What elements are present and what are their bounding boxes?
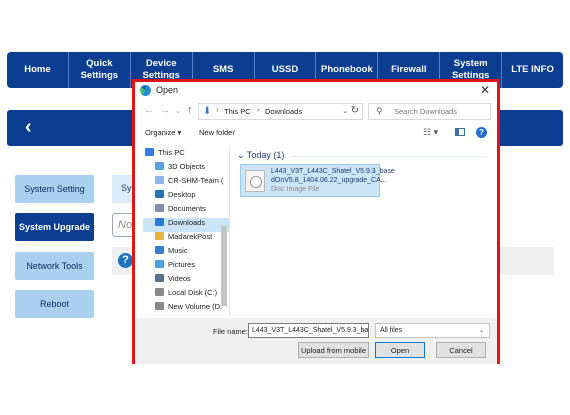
navigation-pane: This PC 3D Objects CR-SHM-Team ( Desktop… <box>143 146 230 316</box>
chevron-down-icon: ⌄ <box>478 328 484 334</box>
back-icon[interactable]: ← <box>144 105 154 116</box>
refresh-icon[interactable]: ↻ <box>351 105 359 116</box>
nav-pane-scrollbar[interactable] <box>221 226 227 306</box>
search-placeholder: Search Downloads <box>394 107 457 116</box>
computer-icon <box>145 148 154 156</box>
file-type-select[interactable]: All files ⌄ <box>375 323 490 338</box>
upload-from-mobile-button[interactable]: Upload from mobile <box>298 342 369 358</box>
disc-image-icon <box>245 170 265 192</box>
recent-dropdown-icon[interactable]: ⌄ <box>175 107 181 115</box>
tree-item-downloads[interactable]: Downloads <box>143 218 229 232</box>
sidebar-item-system-upgrade[interactable]: System Upgrade <box>15 213 94 241</box>
nav-lte-info[interactable]: LTE INFO <box>502 52 563 88</box>
address-dropdown-icon[interactable]: ⌄ <box>342 107 348 115</box>
close-icon[interactable]: ✕ <box>480 83 490 97</box>
tree-item-documents[interactable]: Documents <box>155 204 229 218</box>
open-file-dialog: Open ✕ ← → ⌄ ↑ ⬇ › This PC › Downloads ⌄… <box>132 79 500 364</box>
music-icon <box>155 246 164 254</box>
file-name: L443_V3T_L443C_Shatel_V5.9.3_base dOnV5.… <box>271 168 395 184</box>
help-icon[interactable]: ? <box>118 253 133 268</box>
drive-icon <box>155 288 164 296</box>
tree-item-pictures[interactable]: Pictures <box>155 260 229 274</box>
sidebar-item-network-tools[interactable]: Network Tools <box>15 252 94 280</box>
preview-pane-icon[interactable] <box>455 128 465 136</box>
breadcrumb-this-pc[interactable]: This PC <box>224 107 251 116</box>
breadcrumb-downloads[interactable]: Downloads <box>265 107 302 116</box>
sidebar-item-system-setting[interactable]: System Setting <box>15 175 94 203</box>
edge-browser-icon <box>140 85 151 96</box>
view-options-icon[interactable]: ☷ ▾ <box>423 127 438 138</box>
file-name-label: File name: <box>213 327 249 336</box>
tree-item-madarekpost[interactable]: MadarekPost <box>155 232 229 246</box>
dialog-footer: File name: L443_V3T_L443C_Shatel_V5.9.3_… <box>135 318 497 364</box>
videos-icon <box>155 274 164 282</box>
search-input[interactable]: ⚲ Search Downloads <box>368 103 491 120</box>
nav-home[interactable]: Home <box>7 52 69 88</box>
documents-icon <box>155 204 164 212</box>
tree-item-desktop[interactable]: Desktop <box>155 190 229 204</box>
tree-item-music[interactable]: Music <box>155 246 229 260</box>
breadcrumb-separator-icon: › <box>257 107 260 114</box>
file-name-dropdown-icon[interactable]: ⌄ <box>361 326 366 333</box>
search-icon: ⚲ <box>376 106 383 116</box>
folder-icon <box>155 232 164 240</box>
sidebar-item-reboot[interactable]: Reboot <box>15 290 94 318</box>
address-bar[interactable]: ⬇ › This PC › Downloads ⌄ ↻ <box>198 103 363 120</box>
cancel-button[interactable]: Cancel <box>436 342 486 358</box>
desktop-icon <box>155 190 164 198</box>
group-divider <box>291 156 487 157</box>
forward-icon[interactable]: → <box>160 105 170 116</box>
new-folder-button[interactable]: New folder <box>199 128 235 137</box>
file-list-pane: ⌄ Today (1) L443_V3T_L443C_Shatel_V5.9.3… <box>231 146 497 316</box>
tree-item-network-share[interactable]: CR-SHM-Team ( <box>155 176 229 190</box>
tree-item-this-pc[interactable]: This PC <box>145 148 229 162</box>
router-admin-page: Home Quick Settings Device Settings SMS … <box>0 0 570 415</box>
download-arrow-icon <box>155 218 164 226</box>
tree-item-3d-objects[interactable]: 3D Objects <box>155 162 229 176</box>
open-button[interactable]: Open <box>375 342 425 358</box>
tree-item-new-volume-d[interactable]: New Volume (D: <box>155 302 229 316</box>
help-icon[interactable]: ? <box>476 127 487 138</box>
organize-button[interactable]: Organize ▾ <box>145 128 181 137</box>
pictures-icon <box>155 260 164 268</box>
address-row: ← → ⌄ ↑ ⬇ › This PC › Downloads ⌄ ↻ ⚲ Se… <box>135 102 497 122</box>
tree-item-local-disk-c[interactable]: Local Disk (C:) <box>155 288 229 302</box>
dialog-toolbar: Organize ▾ New folder ☷ ▾ ? <box>135 124 497 142</box>
drive-icon <box>155 302 164 310</box>
breadcrumb-separator-icon: › <box>216 107 219 114</box>
tree-item-videos[interactable]: Videos <box>155 274 229 288</box>
up-folder-icon[interactable]: ↑ <box>187 104 193 116</box>
file-name-input[interactable]: L443_V3T_L443C_Shatel_V5.9.3_bas <box>248 323 369 338</box>
user-folder-icon <box>155 176 164 184</box>
cube-icon <box>155 162 164 170</box>
dialog-title: Open <box>156 85 179 95</box>
downloads-folder-icon: ⬇ <box>203 106 212 117</box>
group-header-today[interactable]: ⌄ Today (1) <box>237 150 284 161</box>
file-item-selected[interactable]: L443_V3T_L443C_Shatel_V5.9.3_base dOnV5.… <box>240 164 395 197</box>
nav-quick-settings[interactable]: Quick Settings <box>69 52 131 88</box>
back-arrow-icon[interactable]: ‹ <box>25 116 32 139</box>
file-type: Disc Image File <box>271 186 320 193</box>
dialog-title-bar: Open ✕ <box>135 82 497 100</box>
